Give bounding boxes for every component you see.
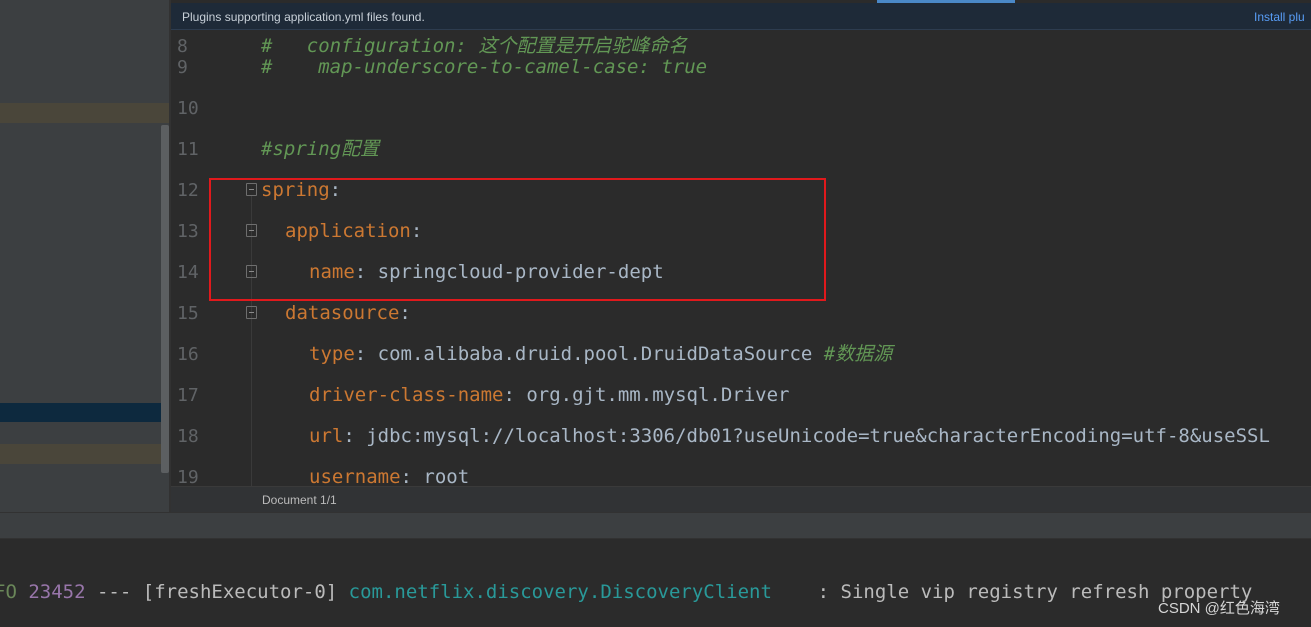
code-comment: #数据源 [823, 343, 893, 365]
code-line: 9 # map-underscore-to-camel-case: true [171, 47, 1311, 88]
yaml-value: root [423, 466, 470, 486]
code-line: 11 #spring配置 [171, 129, 1311, 170]
line-number: 14 [177, 262, 199, 283]
yaml-key: type [309, 343, 355, 365]
code-line: 18 url: jdbc:mysql://localhost:3306/db01… [171, 416, 1311, 457]
line-number: 19 [177, 467, 199, 486]
line-number: 18 [177, 426, 199, 447]
yaml-value: org.gjt.mm.mysql.Driver [526, 384, 790, 406]
yaml-key: datasource [285, 302, 400, 324]
project-tree-row-highlight[interactable] [0, 444, 171, 464]
fold-marker-icon[interactable] [246, 306, 257, 319]
yaml-value: com.alibaba.druid.pool.DruidDataSource [377, 343, 824, 365]
yaml-value: jdbc:mysql://localhost:3306/db01?useUnic… [366, 425, 1270, 447]
line-number: 13 [177, 221, 199, 242]
code-line: 17 driver-class-name: org.gjt.mm.mysql.D… [171, 375, 1311, 416]
console-log-line: FO 23452 --- [freshExecutor-0] com.netfl… [0, 581, 1252, 603]
banner-message: Plugins supporting application.yml files… [182, 10, 425, 24]
line-number: 11 [177, 139, 199, 160]
yaml-key: driver-class-name [309, 384, 504, 406]
yaml-separator: : [503, 384, 527, 406]
yaml-separator: : [343, 425, 367, 447]
code-line: 16 type: com.alibaba.druid.pool.DruidDat… [171, 334, 1311, 375]
yaml-key: url [309, 425, 344, 447]
log-level: FO [0, 581, 17, 603]
yaml-separator: : [399, 302, 411, 324]
line-number: 12 [177, 180, 199, 201]
line-number: 17 [177, 385, 199, 406]
log-thread: [freshExecutor-0] [142, 581, 349, 603]
project-tree-row-highlight[interactable] [0, 103, 171, 123]
log-pid: 23452 [28, 581, 86, 603]
code-line: 19 username: root [171, 457, 1311, 486]
code-comment: # map-underscore-to-camel-case: true [261, 56, 708, 78]
code-line: 10 [171, 88, 1311, 129]
project-panel-scrollbar[interactable] [161, 125, 169, 473]
breadcrumb-bar: Document 1/1 [171, 486, 1311, 512]
project-panel [0, 0, 171, 512]
yaml-separator: : [400, 466, 424, 486]
run-console[interactable]: FO 23452 --- [freshExecutor-0] com.netfl… [0, 539, 1311, 627]
line-number: 9 [177, 57, 188, 78]
line-number: 16 [177, 344, 199, 365]
console-toolbar [0, 512, 1311, 539]
log-logger[interactable]: com.netflix.discovery.DiscoveryClient [349, 581, 772, 603]
csdn-watermark: CSDN @红色海湾 [1158, 600, 1280, 617]
highlight-annotation-box [209, 178, 826, 301]
install-plugins-link[interactable]: Install plu [1254, 10, 1305, 24]
line-number: 10 [177, 98, 199, 119]
log-separator: --- [85, 581, 143, 603]
plugin-notification-banner: Plugins supporting application.yml files… [171, 3, 1311, 30]
line-number: 15 [177, 303, 199, 324]
code-comment: #spring配置 [261, 138, 380, 160]
yaml-key: username [309, 466, 401, 486]
project-tree-row-selected[interactable] [0, 403, 171, 422]
yaml-separator: : [354, 343, 378, 365]
breadcrumb[interactable]: Document 1/1 [262, 493, 337, 507]
